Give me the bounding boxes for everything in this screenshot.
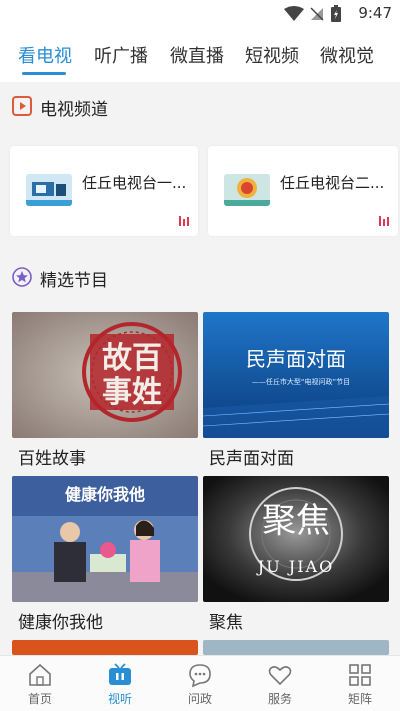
tab-short-video[interactable]: 短视频 <box>245 42 299 68</box>
status-icons <box>284 5 342 23</box>
channel-thumbnail-2 <box>224 174 270 206</box>
tv-channel-section-title: 电视频道 <box>40 100 108 120</box>
channel-name-2: 任丘电视台二... <box>280 174 385 192</box>
program-card-1[interactable]: 故百 事姓 百姓故事 <box>12 312 198 470</box>
program-thumbnail-5-partial[interactable] <box>12 640 198 655</box>
tv-channel-icon <box>12 96 32 116</box>
battery-icon <box>331 5 341 22</box>
nav-label-home: 首页 <box>27 692 52 706</box>
wifi-icon <box>284 6 304 21</box>
status-time: 9:47 <box>358 4 392 22</box>
status-bar: 9:47 <box>0 0 400 28</box>
svg-text:事姓: 事姓 <box>102 375 162 410</box>
program-name-4: 聚焦 <box>209 613 243 633</box>
tv-icon <box>109 663 131 685</box>
bottom-nav: 首页 视听 问政 服务 矩阵 <box>0 655 400 711</box>
svg-text:JU JIAO: JU JIAO <box>256 557 334 576</box>
tab-active-indicator <box>22 72 66 75</box>
live-indicator-icon <box>179 216 189 226</box>
tab-micro-visual[interactable]: 微视觉 <box>320 42 374 68</box>
live-indicator-icon <box>379 216 389 226</box>
tab-micro-live[interactable]: 微直播 <box>170 42 224 68</box>
channel-logo-1 <box>26 174 72 206</box>
program-card-4[interactable]: 聚焦 JU JIAO 聚焦 <box>203 476 389 634</box>
nav-label-service: 服务 <box>267 692 292 706</box>
nav-matrix[interactable]: 矩阵 <box>330 662 390 710</box>
program-thumbnail-1: 故百 事姓 <box>12 312 198 438</box>
nav-label-audio-video: 视听 <box>107 692 132 706</box>
featured-section-title: 精选节目 <box>40 271 108 291</box>
program-name-1: 百姓故事 <box>18 449 86 469</box>
nav-home[interactable]: 首页 <box>10 662 70 710</box>
program-card-2[interactable]: 民声面对面 ——任丘市大型“电视问政”节目 民声面对面 <box>203 312 389 470</box>
channel-name-1: 任丘电视台一... <box>82 174 187 192</box>
svg-text:民声面对面: 民声面对面 <box>246 347 346 371</box>
tab-watch-tv[interactable]: 看电视 <box>18 42 72 68</box>
grid-icon <box>349 664 371 686</box>
program-thumbnail-4: 聚焦 JU JIAO <box>203 476 389 602</box>
program-thumbnail-2: 民声面对面 ——任丘市大型“电视问政”节目 <box>203 312 389 438</box>
svg-text:故百: 故百 <box>102 341 162 376</box>
channel-card-2[interactable]: 任丘电视台二... <box>208 146 398 236</box>
svg-text:健康你我他: 健康你我他 <box>65 485 145 504</box>
no-signal-icon <box>310 7 324 21</box>
nav-label-matrix: 矩阵 <box>347 692 372 706</box>
program-card-3[interactable]: 健康你我他 健康你我他 <box>12 476 198 634</box>
tab-radio[interactable]: 听广播 <box>94 42 148 68</box>
nav-inquiry[interactable]: 问政 <box>170 662 230 710</box>
svg-text:——任丘市大型“电视问政”节目: ——任丘市大型“电视问政”节目 <box>252 377 350 386</box>
svg-text:聚焦: 聚焦 <box>262 501 330 541</box>
channel-thumbnail-1 <box>26 174 72 206</box>
chat-icon <box>189 664 211 688</box>
home-icon <box>29 663 51 686</box>
program-name-2: 民声面对面 <box>209 449 294 469</box>
channel-card-1[interactable]: 任丘电视台一... <box>10 146 198 236</box>
nav-audio-video[interactable]: 视听 <box>90 662 150 710</box>
nav-service[interactable]: 服务 <box>250 662 310 710</box>
heart-icon <box>268 666 292 686</box>
program-thumbnail-6-partial[interactable] <box>203 640 389 655</box>
star-badge-icon <box>12 267 32 287</box>
program-name-3: 健康你我他 <box>18 613 103 633</box>
program-thumbnail-3: 健康你我他 <box>12 476 198 602</box>
nav-label-inquiry: 问政 <box>187 692 212 706</box>
channel-logo-2 <box>224 174 270 206</box>
